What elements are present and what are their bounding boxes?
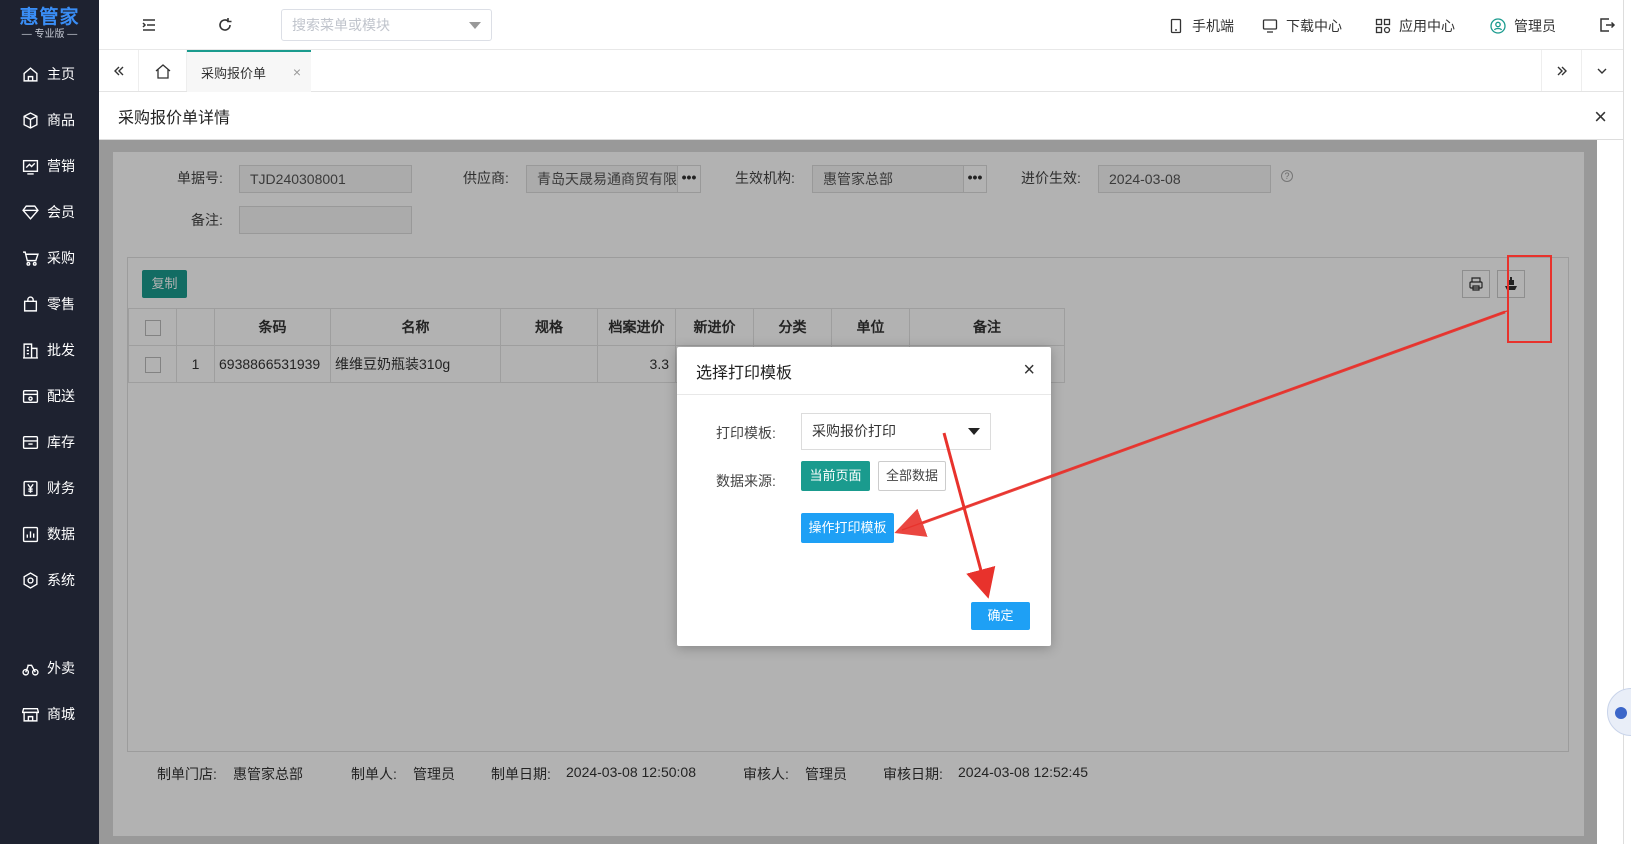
sidebar-item-mall[interactable]: 商城 — [0, 694, 99, 734]
data-source-label: 数据来源: — [716, 473, 776, 489]
logo-subtitle: — 专业版 — — [21, 29, 78, 40]
diamond-icon — [22, 204, 39, 220]
phone-icon — [1170, 18, 1182, 34]
download-center-link[interactable]: 下载中心 — [1262, 16, 1342, 36]
bag-icon — [23, 295, 38, 312]
sidebar-item-label: 数据 — [47, 526, 75, 542]
app-center-link[interactable]: 应用中心 — [1375, 16, 1455, 36]
bike-icon — [22, 664, 39, 676]
logo-text: 惠管家 — [19, 7, 80, 28]
print-template-dialog: 选择打印模板 × 打印模板: 采购报价打印 数据来源: 当前页面 全部数据 操作… — [677, 347, 1051, 646]
download-center-label: 下载中心 — [1286, 18, 1342, 34]
chevron-down-icon — [968, 428, 980, 435]
shop-icon — [22, 707, 39, 722]
double-chevron-right-icon — [1557, 66, 1567, 75]
sidebar-item-label: 批发 — [47, 342, 75, 358]
sidebar-item-goods[interactable]: 商品 — [0, 100, 99, 140]
warehouse-icon — [22, 435, 39, 449]
double-chevron-left-icon — [113, 66, 123, 75]
refresh-icon[interactable] — [215, 15, 235, 35]
home-icon — [155, 63, 170, 79]
top-bar: 搜索菜单或模块 手机端 下载中心 应用中心 管理员 — [99, 0, 1631, 50]
cart-icon — [23, 250, 39, 266]
sidebar-item-label: 会员 — [47, 204, 75, 220]
template-select[interactable]: 采购报价打印 — [801, 413, 991, 450]
sidebar-item-takeout[interactable]: 外卖 — [0, 648, 99, 688]
sidebar-item-label: 配送 — [47, 388, 75, 404]
tabs-scroll-left[interactable] — [99, 50, 139, 91]
operate-print-template-button[interactable]: 操作打印模板 — [801, 513, 894, 543]
user-name: 管理员 — [1514, 18, 1556, 34]
template-select-value: 采购报价打印 — [812, 423, 896, 439]
sidebar: 惠管家 — 专业版 — 主页 商品 营销 会员 采购 零售 批发 配送 库存 财… — [0, 0, 99, 844]
confirm-button[interactable]: 确定 — [971, 602, 1030, 630]
sidebar-item-delivery[interactable]: 配送 — [0, 376, 99, 416]
tabs-scroll-right[interactable] — [1541, 50, 1581, 91]
sidebar-item-label: 财务 — [47, 480, 75, 496]
yen-icon — [23, 480, 38, 496]
data-icon — [22, 526, 39, 542]
menu-collapse-icon[interactable] — [139, 15, 159, 35]
monitor-icon — [1262, 19, 1278, 33]
assistant-icon — [1615, 707, 1627, 719]
sidebar-item-label: 外卖 — [47, 660, 75, 676]
sidebar-item-label: 商城 — [47, 706, 75, 722]
tab-home[interactable] — [139, 50, 187, 91]
tab-purchase-quote[interactable]: 采购报价单 × — [187, 50, 311, 92]
apps-icon — [1375, 18, 1391, 34]
logo[interactable]: 惠管家 — 专业版 — — [0, 0, 99, 48]
sidebar-item-label: 主页 — [47, 66, 75, 82]
tab-close-icon[interactable]: × — [293, 64, 301, 80]
sidebar-item-system[interactable]: 系统 — [0, 560, 99, 600]
sidebar-item-wholesale[interactable]: 批发 — [0, 330, 99, 370]
truck-icon — [22, 389, 39, 403]
page-close-icon[interactable]: × — [1594, 104, 1607, 130]
building-icon — [23, 342, 38, 359]
chevron-down-icon — [1597, 68, 1606, 74]
sidebar-item-home[interactable]: 主页 — [0, 54, 99, 94]
sidebar-item-label: 系统 — [47, 572, 75, 588]
dialog-title: 选择打印模板 — [696, 364, 793, 382]
settings-icon — [23, 571, 38, 589]
sidebar-item-finance[interactable]: 财务 — [0, 468, 99, 508]
chart-icon — [22, 159, 39, 175]
user-icon — [1490, 18, 1506, 34]
sidebar-item-retail[interactable]: 零售 — [0, 284, 99, 324]
sidebar-item-label: 库存 — [47, 434, 75, 450]
search-input[interactable]: 搜索菜单或模块 — [281, 9, 492, 41]
page-header: 采购报价单详情 × — [99, 92, 1631, 140]
sidebar-item-marketing[interactable]: 营销 — [0, 146, 99, 186]
tabs-bar: 采购报价单 × — [99, 50, 1631, 92]
app-center-label: 应用中心 — [1399, 18, 1455, 34]
annotation-highlight-box — [1507, 255, 1552, 343]
search-placeholder: 搜索菜单或模块 — [292, 17, 390, 33]
sidebar-item-label: 零售 — [47, 296, 75, 312]
mobile-link-label: 手机端 — [1192, 18, 1234, 34]
page-title: 采购报价单详情 — [118, 109, 231, 127]
current-page-button[interactable]: 当前页面 — [801, 461, 870, 491]
sidebar-item-label: 营销 — [47, 158, 75, 174]
sidebar-item-purchase[interactable]: 采购 — [0, 238, 99, 278]
tabs-dropdown[interactable] — [1581, 50, 1621, 91]
dialog-close-icon[interactable]: × — [1023, 359, 1035, 382]
template-label: 打印模板: — [716, 425, 776, 441]
sidebar-item-member[interactable]: 会员 — [0, 192, 99, 232]
box-icon — [23, 111, 38, 129]
mobile-link[interactable]: 手机端 — [1168, 16, 1234, 36]
user-menu[interactable]: 管理员 — [1490, 16, 1556, 36]
sidebar-item-label: 商品 — [47, 112, 75, 128]
home-icon — [23, 66, 38, 82]
sidebar-item-label: 采购 — [47, 250, 75, 266]
dialog-header: 选择打印模板 — [677, 347, 1051, 395]
chevron-down-icon — [469, 22, 481, 29]
sidebar-item-inventory[interactable]: 库存 — [0, 422, 99, 462]
floating-assistant-button[interactable] — [1607, 688, 1631, 736]
sidebar-item-data[interactable]: 数据 — [0, 514, 99, 554]
all-data-button[interactable]: 全部数据 — [878, 461, 946, 491]
tab-label: 采购报价单 — [201, 65, 267, 81]
logout-icon[interactable] — [1597, 15, 1617, 35]
